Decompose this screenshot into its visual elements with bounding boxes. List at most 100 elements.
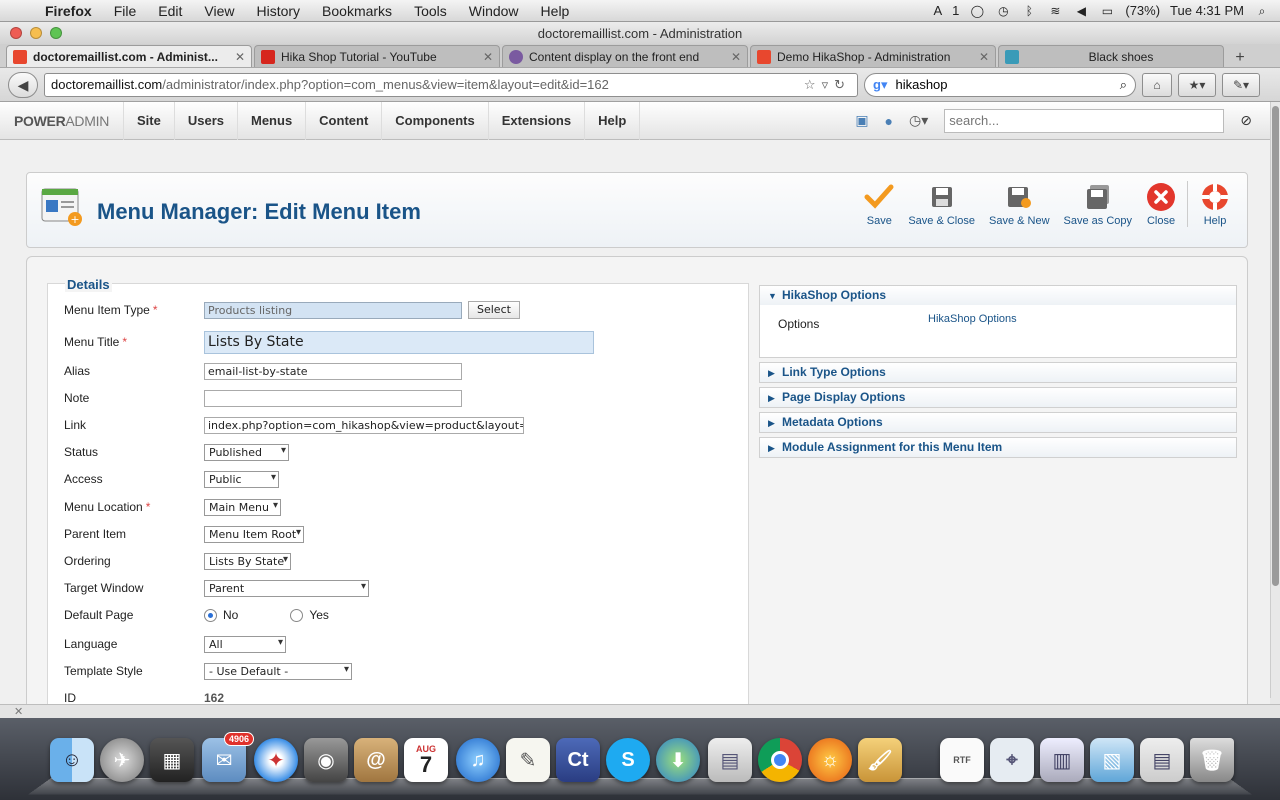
stack-downloads-icon[interactable]: ▧ [1090, 738, 1134, 782]
admin-menu-extensions[interactable]: Extensions [487, 102, 584, 140]
wifi-icon[interactable]: ≋ [1047, 4, 1063, 18]
time-machine-icon[interactable]: ◷ [995, 4, 1011, 18]
admin-menu-components[interactable]: Components [381, 102, 487, 140]
tab-demo-hikashop[interactable]: Demo HikaShop - Administration ✕ [750, 45, 996, 67]
admin-menu-menus[interactable]: Menus [237, 102, 305, 140]
safari-icon[interactable]: ✦ [254, 738, 298, 782]
calendar-icon[interactable]: AUG 7 [404, 738, 448, 782]
bluetooth-icon[interactable]: ᛒ [1021, 4, 1037, 18]
mission-control-icon[interactable]: ▦ [150, 738, 194, 782]
status-select[interactable]: Published [204, 443, 289, 461]
google-icon[interactable]: g▾ [873, 77, 887, 93]
finder-icon[interactable]: ☺ [50, 738, 94, 782]
trash-icon[interactable]: 🗑 [1190, 738, 1234, 782]
select-type-button[interactable]: Select [468, 301, 520, 319]
downloads-globe-icon[interactable]: ⬇ [656, 738, 700, 782]
stack-screenshots-icon[interactable]: ▥ [1040, 738, 1084, 782]
admin-menu-users[interactable]: Users [173, 102, 237, 140]
language-select[interactable]: All [204, 635, 286, 653]
menu-tools[interactable]: Tools [403, 3, 458, 19]
poweradmin-logo[interactable]: POWERADMIN [0, 113, 123, 129]
addon-button[interactable]: ✎▾ [1222, 72, 1260, 97]
status-close-icon[interactable]: ✕ [14, 705, 23, 718]
chrome-icon[interactable] [758, 738, 802, 782]
save-button[interactable]: Save [857, 181, 901, 227]
ordering-select[interactable]: Lists By State [204, 552, 291, 570]
map-document-icon[interactable]: ⌖ [990, 738, 1034, 782]
preview-icon[interactable]: ▤ [708, 738, 752, 782]
spotlight-search-icon[interactable]: ⌕ [1254, 4, 1270, 18]
battery-icon[interactable]: ▭ [1099, 4, 1115, 18]
url-bar[interactable]: doctoremaillist.com/administrator/index.… [44, 72, 858, 97]
address-book-icon[interactable]: @ [354, 738, 398, 782]
link-input[interactable]: index.php?option=com_hikashop&view=produ… [204, 416, 524, 434]
adobe-icon[interactable]: A [933, 3, 942, 18]
tab-close-icon[interactable]: ✕ [483, 50, 493, 64]
tab-youtube[interactable]: Hika Shop Tutorial - YouTube ✕ [254, 45, 500, 67]
monitor-icon[interactable]: ▣ [855, 112, 868, 129]
user-icon[interactable]: ● [885, 113, 893, 129]
stack-documents-icon[interactable]: ▤ [1140, 738, 1184, 782]
access-select[interactable]: Public [204, 470, 279, 488]
page-display-options-header[interactable]: ▶ Page Display Options [760, 388, 1236, 407]
save-close-button[interactable]: Save & Close [901, 181, 982, 227]
scroll-thumb[interactable] [1272, 106, 1279, 586]
clock-icon[interactable]: ◷▾ [909, 112, 928, 129]
metadata-options-panel[interactable]: ▶ Metadata Options [759, 412, 1237, 433]
admin-search-input[interactable] [944, 108, 1225, 133]
help-button[interactable]: Help [1187, 181, 1237, 227]
menu-location-select[interactable]: Main Menu [204, 498, 281, 516]
module-assignment-panel[interactable]: ▶ Module Assignment for this Menu Item [759, 437, 1237, 458]
itunes-icon[interactable]: ♫ [456, 738, 500, 782]
hikashop-options-header[interactable]: ▼ HikaShop Options [760, 286, 1236, 305]
close-window-button[interactable] [10, 27, 22, 39]
mail-icon[interactable]: ✉ 4906 [202, 732, 254, 782]
clock[interactable]: Tue 4:31 PM [1170, 3, 1244, 18]
menu-title-input[interactable]: Lists By State [204, 330, 594, 354]
template-style-select[interactable]: - Use Default - [204, 662, 352, 680]
skype-icon[interactable]: S [606, 738, 650, 782]
save-new-button[interactable]: Save & New [982, 181, 1057, 227]
menu-history[interactable]: History [245, 3, 311, 19]
skype-status-icon[interactable]: ◯ [969, 4, 985, 18]
menu-view[interactable]: View [193, 3, 245, 19]
search-input[interactable] [895, 77, 1120, 92]
save-copy-button[interactable]: Save as Copy [1057, 181, 1139, 227]
menu-edit[interactable]: Edit [147, 3, 193, 19]
target-window-select[interactable]: Parent [204, 579, 369, 597]
default-page-no-radio[interactable]: No [204, 608, 238, 622]
contribute-icon[interactable]: Ct [556, 738, 600, 782]
browser-search-bar[interactable]: g▾ ⌕ [864, 72, 1136, 97]
link-type-options-header[interactable]: ▶ Link Type Options [760, 363, 1236, 382]
back-button[interactable]: ◀ [8, 71, 38, 98]
tab-close-icon[interactable]: ✕ [979, 50, 989, 64]
tab-content-display[interactable]: Content display on the front end ✕ [502, 45, 748, 67]
launchpad-icon[interactable]: ✈ [100, 738, 144, 782]
bookmark-star-icon[interactable]: ☆▿↻ [804, 77, 851, 93]
tab-close-icon[interactable]: ✕ [731, 50, 741, 64]
vertical-scrollbar[interactable] [1270, 102, 1280, 698]
tab-administration[interactable]: doctoremaillist.com - Administ... ✕ [6, 45, 252, 67]
module-assignment-header[interactable]: ▶ Module Assignment for this Menu Item [760, 438, 1236, 457]
metadata-options-header[interactable]: ▶ Metadata Options [760, 413, 1236, 432]
home-button[interactable]: ⌂ [1142, 72, 1172, 97]
admin-menu-content[interactable]: Content [305, 102, 381, 140]
facetime-icon[interactable]: ◉ [304, 738, 348, 782]
bookmarks-button[interactable]: ★▾ [1178, 72, 1216, 97]
tab-close-icon[interactable]: ✕ [235, 50, 245, 64]
menu-file[interactable]: File [103, 3, 148, 19]
menu-help[interactable]: Help [530, 3, 581, 19]
checkin-icon[interactable]: ⊘ [1240, 112, 1252, 129]
tab-black-shoes[interactable]: Black shoes [998, 45, 1224, 67]
admin-menu-site[interactable]: Site [123, 102, 174, 140]
zoom-window-button[interactable] [50, 27, 62, 39]
default-page-yes-radio[interactable]: Yes [290, 608, 329, 622]
close-button[interactable]: Close [1139, 181, 1183, 227]
alias-input[interactable]: email-list-by-state [204, 362, 462, 380]
hikashop-options-link[interactable]: HikaShop Options [928, 313, 1017, 325]
textedit-icon[interactable]: ✎ [506, 738, 550, 782]
menu-firefox[interactable]: Firefox [34, 3, 103, 19]
page-display-options-panel[interactable]: ▶ Page Display Options [759, 387, 1237, 408]
new-tab-button[interactable]: + [1226, 49, 1254, 67]
note-input[interactable] [204, 389, 462, 407]
